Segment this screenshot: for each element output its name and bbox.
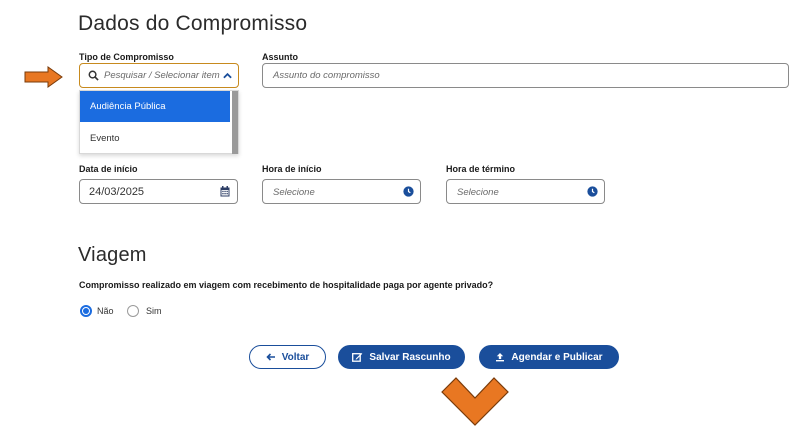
annotation-arrow-right (24, 66, 63, 88)
tipo-dropdown: Audiência Pública Evento (79, 90, 239, 154)
radio-sim[interactable] (127, 305, 139, 317)
radio-nao[interactable] (80, 305, 92, 317)
assunto-input[interactable]: Assunto do compromisso (262, 63, 789, 88)
dropdown-option-audiencia[interactable]: Audiência Pública (80, 91, 230, 122)
tipo-placeholder: Pesquisar / Selecionar item (104, 70, 220, 81)
section-title-travel: Viagem (78, 244, 147, 266)
annotation-arrow-down (441, 377, 509, 426)
assunto-label: Assunto (262, 52, 298, 62)
search-icon (88, 70, 99, 81)
travel-question: Compromisso realizado em viagem com rece… (79, 280, 494, 290)
back-button-label: Voltar (281, 351, 310, 363)
hora-termino-label: Hora de término (446, 164, 516, 174)
radio-sim-label: Sim (146, 306, 162, 316)
clock-icon[interactable] (587, 186, 598, 197)
clock-icon[interactable] (403, 186, 414, 197)
save-draft-label: Salvar Rascunho (369, 351, 451, 363)
tipo-select[interactable]: Pesquisar / Selecionar item (79, 63, 239, 88)
assunto-placeholder: Assunto do compromisso (273, 70, 380, 81)
data-inicio-value: 24/03/2025 (89, 186, 145, 198)
hora-termino-placeholder: Selecione (457, 187, 499, 198)
arrow-left-icon (266, 353, 275, 361)
save-draft-button[interactable]: Salvar Rascunho (338, 345, 465, 369)
data-inicio-label: Data de início (79, 164, 138, 174)
schedule-publish-button[interactable]: Agendar e Publicar (479, 345, 619, 369)
edit-icon (352, 353, 363, 362)
calendar-icon[interactable] (220, 186, 230, 197)
section-title-commitment: Dados do Compromisso (78, 12, 308, 35)
dropdown-option-evento[interactable]: Evento (80, 123, 230, 154)
chevron-up-icon[interactable] (223, 72, 232, 79)
upload-icon (496, 353, 505, 362)
hora-termino-input[interactable]: Selecione (446, 179, 605, 204)
radio-nao-label: Não (97, 306, 114, 316)
hora-inicio-label: Hora de início (262, 164, 322, 174)
hora-inicio-placeholder: Selecione (273, 187, 315, 198)
tipo-label: Tipo de Compromisso (79, 52, 174, 62)
dropdown-scrollbar[interactable] (232, 91, 238, 154)
hora-inicio-input[interactable]: Selecione (262, 179, 421, 204)
schedule-publish-label: Agendar e Publicar (511, 351, 603, 363)
back-button[interactable]: Voltar (249, 345, 326, 369)
data-inicio-input[interactable]: 24/03/2025 (79, 179, 238, 204)
